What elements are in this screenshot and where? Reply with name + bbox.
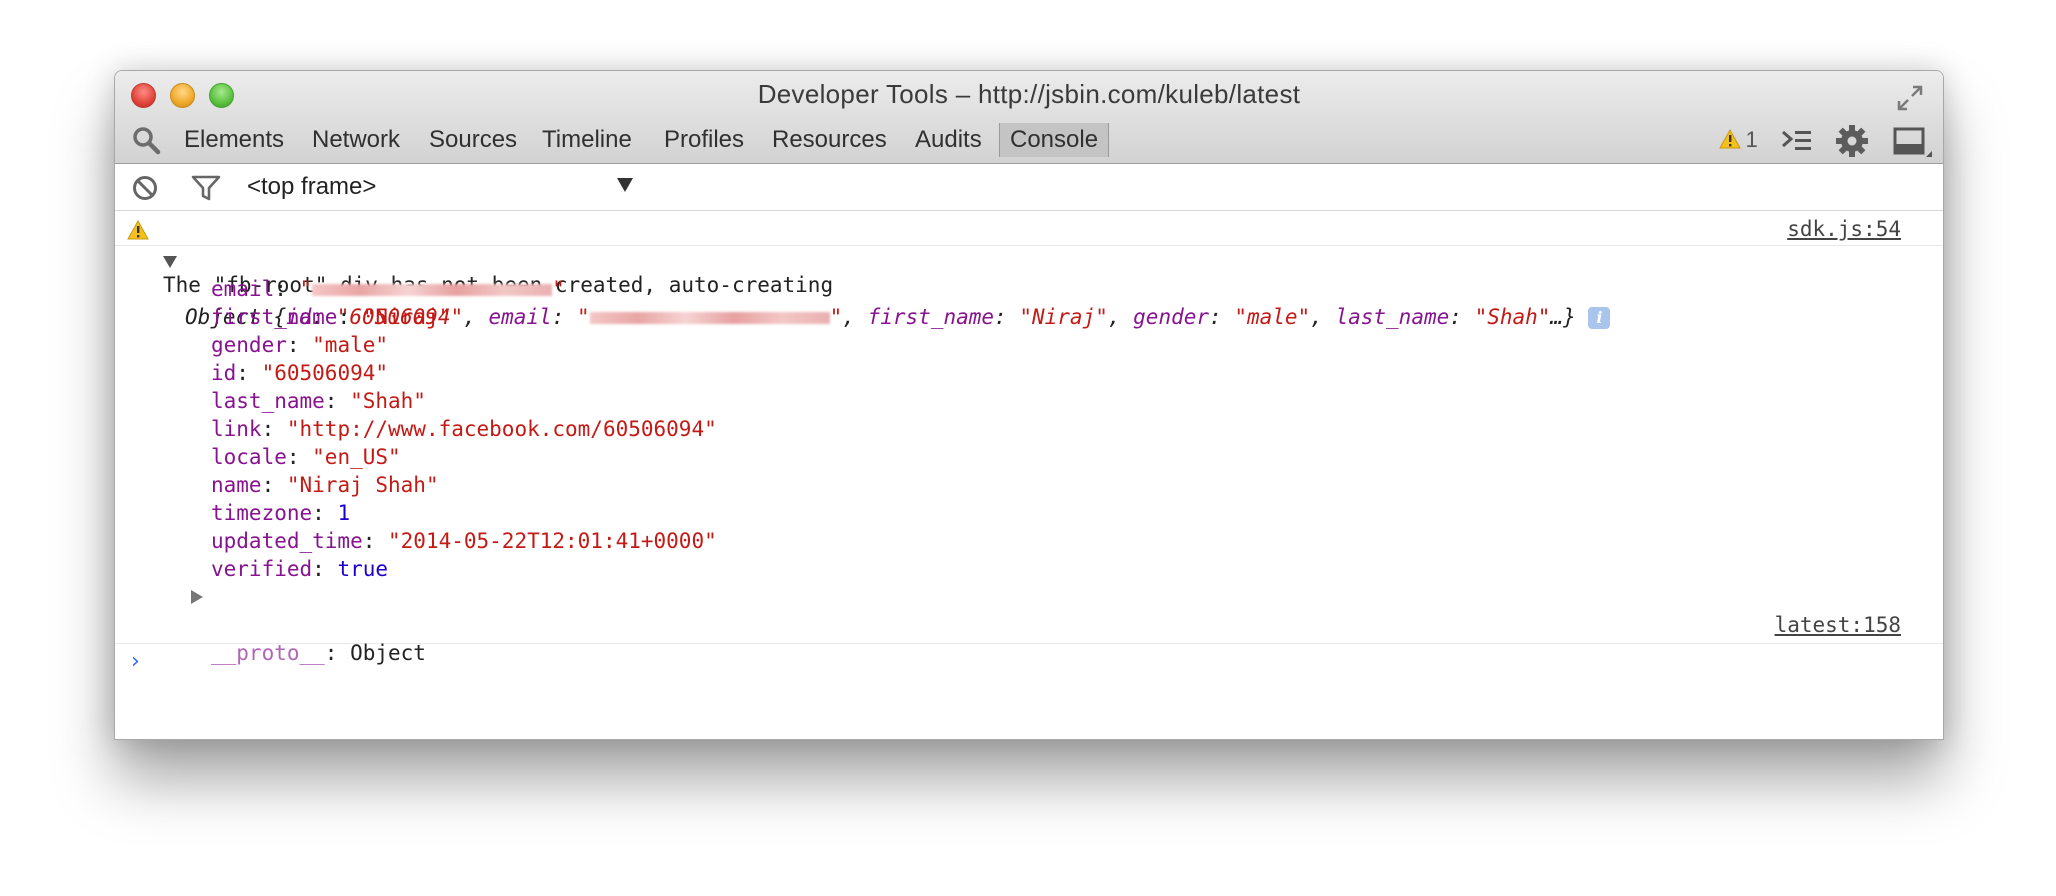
property-row: timezone: 1 [211, 501, 351, 525]
search-icon[interactable] [131, 125, 161, 155]
property-row: gender: "male" [211, 333, 389, 357]
filter-icon[interactable] [191, 174, 221, 202]
property-row: link: "http://www.facebook.com/60506094" [211, 417, 717, 441]
property-row: email: " " [211, 277, 565, 301]
redacted-email-value [312, 284, 553, 296]
object-summary[interactable]: Object {id: "60506094", email: " ", first… [115, 247, 1943, 329]
console-output: The "fb-root" div has not been created, … [115, 211, 1943, 676]
property-row: id: "60506094" [211, 361, 389, 385]
settings-gear-icon[interactable] [1835, 124, 1869, 158]
chevron-down-icon[interactable] [617, 178, 633, 192]
property-row: first_name: "Niraj" [211, 305, 452, 329]
frame-select[interactable]: <top frame> [247, 170, 376, 204]
warning-icon [127, 220, 149, 240]
tab-resources[interactable]: Resources [772, 123, 887, 157]
warning-count: 1 [1745, 127, 1758, 152]
console-object-message: Object {id: "60506094", email: " ", first… [115, 246, 1943, 665]
window-chrome: Developer Tools – http://jsbin.com/kuleb… [115, 71, 1943, 164]
warning-counter[interactable]: 1 [1719, 123, 1758, 157]
tab-timeline[interactable]: Timeline [542, 123, 632, 157]
tab-audits[interactable]: Audits [915, 123, 982, 157]
prompt-chevron-icon: › [131, 649, 140, 674]
devtools-window: Developer Tools – http://jsbin.com/kuleb… [114, 70, 1944, 740]
tab-sources[interactable]: Sources [429, 123, 517, 157]
console-warning-message: The "fb-root" div has not been created, … [115, 211, 1943, 297]
expand-triangle-icon[interactable] [163, 256, 177, 268]
window-title: Developer Tools – http://jsbin.com/kuleb… [757, 79, 1301, 109]
show-drawer-icon[interactable] [1781, 127, 1813, 155]
dock-side-icon[interactable] [1893, 127, 1933, 159]
proto-row[interactable]: __proto__: Object [115, 583, 1943, 665]
property-row: updated_time: "2014-05-22T12:01:41+0000" [211, 529, 717, 553]
source-link[interactable]: sdk.js:54 [1787, 215, 1901, 243]
panel-tab-bar: Elements Network Sources Timeline Profil… [115, 117, 1943, 163]
property-row: verified: true [211, 557, 389, 581]
collapsed-triangle-icon[interactable] [191, 590, 203, 604]
console-prompt-row[interactable]: › [115, 648, 1943, 676]
fullscreen-icon[interactable] [1895, 83, 1925, 113]
tab-elements[interactable]: Elements [184, 123, 284, 157]
property-row: last_name: "Shah" [211, 389, 426, 413]
tab-console[interactable]: Console [999, 123, 1110, 157]
property-row: locale: "en_US" [211, 445, 401, 469]
tab-profiles[interactable]: Profiles [664, 123, 744, 157]
console-toolbar: <top frame> [115, 164, 1943, 211]
clear-console-icon[interactable] [131, 174, 159, 202]
source-link[interactable]: latest:158 [1775, 611, 1901, 639]
tab-network[interactable]: Network [312, 123, 400, 157]
property-row: name: "Niraj Shah" [211, 473, 439, 497]
warning-icon [1719, 128, 1741, 149]
